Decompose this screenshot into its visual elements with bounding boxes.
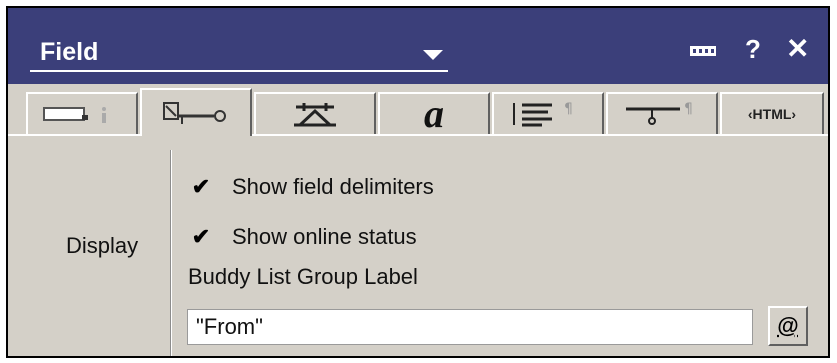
tab-font-style[interactable]: a xyxy=(378,92,490,134)
panel-title: Field xyxy=(40,38,99,66)
tab-field-info[interactable] xyxy=(26,92,138,134)
close-icon[interactable]: ✕ xyxy=(786,32,809,65)
font-icon xyxy=(290,99,340,129)
paragraph-icon: ¶ xyxy=(508,99,588,129)
title-underline xyxy=(30,70,448,72)
buddy-list-group-label: Buddy List Group Label xyxy=(188,264,418,289)
dock-icon[interactable] xyxy=(690,43,716,56)
help-icon[interactable]: ? xyxy=(745,34,761,65)
tab-html[interactable]: ‹HTML› xyxy=(720,92,824,134)
tab-font[interactable] xyxy=(254,92,376,134)
tab-paragraph[interactable]: ¶ xyxy=(492,92,604,134)
show-field-delimiters-label: Show field delimiters xyxy=(232,174,434,199)
html-icon: ‹HTML› xyxy=(747,106,797,122)
formula-button[interactable]: @ xyxy=(768,306,808,346)
field-options-icon xyxy=(156,98,236,128)
object-type-dropdown[interactable]: Field xyxy=(30,30,448,80)
checkmark-icon: ✔ xyxy=(191,224,211,249)
titlebar: Field ? ✕ xyxy=(8,8,828,84)
svg-text:¶: ¶ xyxy=(564,101,573,117)
chevron-down-icon xyxy=(423,50,443,60)
section-divider xyxy=(170,150,171,356)
tab-field-options[interactable] xyxy=(140,88,252,136)
checkmark-icon: ✔ xyxy=(191,174,211,199)
field-info-icon xyxy=(42,102,122,126)
paragraph-hide-icon: ¶ xyxy=(622,99,702,129)
display-section-label: Display xyxy=(66,233,139,258)
tab-strip: a ¶ ¶ ‹HTML› xyxy=(8,84,828,136)
buddy-list-group-input[interactable] xyxy=(187,309,753,345)
show-online-status-label: Show online status xyxy=(232,224,417,249)
show-online-status-checkbox[interactable]: ✔ Show online status xyxy=(190,220,417,254)
tab-paragraph-hide[interactable]: ¶ xyxy=(606,92,718,134)
svg-text:¶: ¶ xyxy=(684,101,693,117)
field-properties-panel: Field ? ✕ a ¶ ¶ ‹HTML› Display ✔ Show fi… xyxy=(6,6,830,358)
show-field-delimiters-checkbox[interactable]: ✔ Show field delimiters xyxy=(190,170,434,204)
font-style-icon: a xyxy=(424,91,444,136)
tab-content: Display ✔ Show field delimiters ✔ Show o… xyxy=(8,134,828,356)
